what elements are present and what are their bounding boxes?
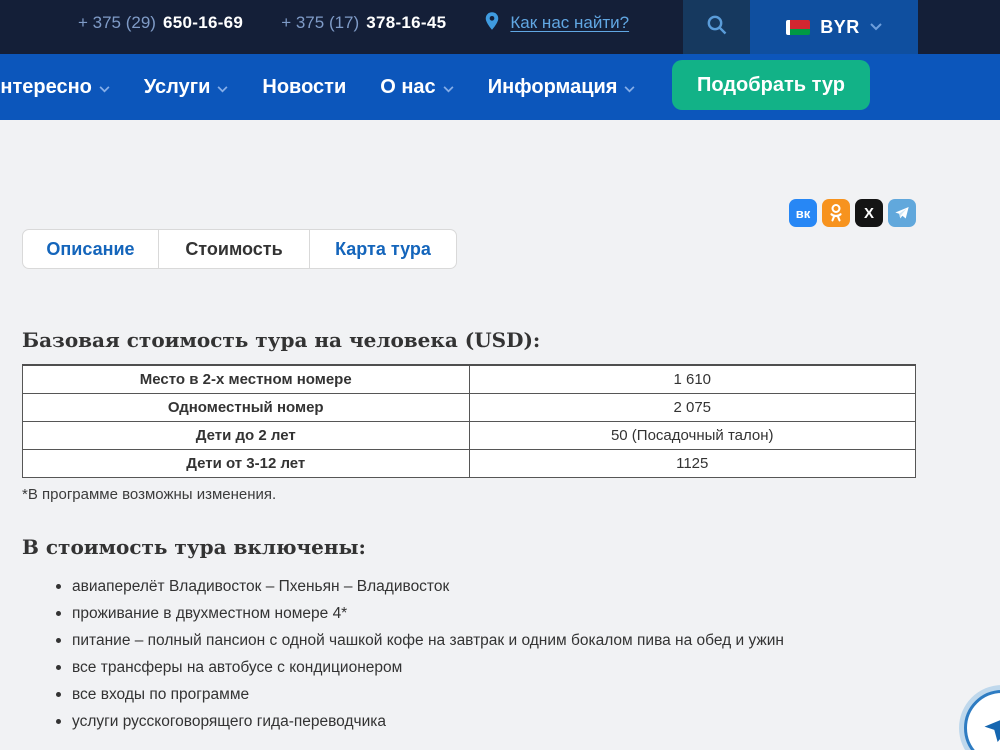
nav-label: Новости	[262, 76, 346, 99]
price-row-value: 2 075	[469, 393, 916, 421]
nav-item-uslugi[interactable]: Услуги	[144, 76, 229, 99]
chevron-down-icon	[624, 76, 635, 99]
table-row: Дети до 2 лет 50 (Посадочный талон)	[23, 421, 916, 449]
list-item: все трансферы на автобусе с кондиционеро…	[22, 654, 916, 681]
nav-label: Интересно	[0, 76, 92, 99]
phone-digits: 378-16-45	[366, 13, 446, 33]
chevron-down-icon	[870, 18, 882, 36]
price-row-label: Дети до 2 лет	[23, 421, 470, 449]
find-us-link[interactable]: Как нас найти?	[510, 13, 629, 33]
nav-item-interesno[interactable]: Интересно	[0, 76, 110, 99]
pricing-heading: Базовая стоимость тура на человека (USD)…	[22, 328, 916, 352]
search-button[interactable]	[683, 0, 750, 54]
price-row-value: 1 610	[469, 365, 916, 393]
chevron-down-icon	[443, 76, 454, 99]
table-row: Дети от 3-12 лет 1125	[23, 449, 916, 477]
tour-tabs: Описание Стоимость Карта тура	[22, 229, 457, 269]
top-bar: + 375 (29) 650-16-69 + 375 (17) 378-16-4…	[0, 0, 1000, 54]
paper-plane-icon	[981, 707, 1000, 749]
location-pin-icon	[482, 10, 502, 37]
price-row-label: Место в 2-х местном номере	[23, 365, 470, 393]
included-list: авиаперелёт Владивосток – Пхеньян – Влад…	[22, 573, 916, 735]
table-row: Одноместный номер 2 075	[23, 393, 916, 421]
social-share-row: вк X	[789, 199, 916, 227]
belarus-flag-icon	[786, 20, 810, 35]
nav-label: Услуги	[144, 76, 211, 99]
price-row-label: Одноместный номер	[23, 393, 470, 421]
tab-map[interactable]: Карта тура	[309, 230, 456, 268]
phone-number-2[interactable]: + 375 (17) 378-16-45	[281, 13, 446, 33]
price-row-value: 1125	[469, 449, 916, 477]
pricing-table: Место в 2-х местном номере 1 610 Одномес…	[22, 364, 916, 478]
included-heading: В стоимость тура включены:	[22, 535, 916, 559]
phone-prefix: + 375 (29)	[78, 13, 156, 33]
tour-price-content: Базовая стоимость тура на человека (USD)…	[22, 328, 916, 735]
phone-prefix: + 375 (17)	[281, 13, 359, 33]
main-navigation: Интересно Услуги Новости О нас Информаци…	[0, 54, 1000, 120]
nav-item-informacia[interactable]: Информация	[488, 76, 636, 99]
vk-icon[interactable]: вк	[789, 199, 817, 227]
list-item: питание – полный пансион с одной чашкой …	[22, 627, 916, 654]
telegram-icon[interactable]	[888, 199, 916, 227]
currency-code: BYR	[820, 17, 860, 38]
chevron-down-icon	[217, 76, 228, 99]
phone-number-1[interactable]: + 375 (29) 650-16-69	[78, 13, 243, 33]
table-row: Место в 2-х местном номере 1 610	[23, 365, 916, 393]
nav-label: О нас	[380, 76, 435, 99]
vk-glyph: вк	[796, 206, 811, 221]
list-item: проживание в двухместном номере 4*	[22, 600, 916, 627]
chat-float-button[interactable]	[964, 690, 1000, 750]
list-item: все входы по программе	[22, 681, 916, 708]
search-icon	[705, 13, 729, 42]
tab-price[interactable]: Стоимость	[158, 230, 309, 268]
chevron-down-icon	[99, 76, 110, 99]
currency-selector[interactable]: BYR	[750, 0, 918, 54]
price-row-label: Дети от 3-12 лет	[23, 449, 470, 477]
nav-item-o-nas[interactable]: О нас	[380, 76, 453, 99]
price-row-value: 50 (Посадочный талон)	[469, 421, 916, 449]
list-item: авиаперелёт Владивосток – Пхеньян – Влад…	[22, 573, 916, 600]
list-item: услуги русскоговорящего гида-переводчика	[22, 708, 916, 735]
nav-item-novosti[interactable]: Новости	[262, 76, 346, 99]
x-glyph: X	[864, 205, 874, 222]
ok-person-glyph	[828, 204, 844, 222]
x-twitter-icon[interactable]: X	[855, 199, 883, 227]
select-tour-button[interactable]: Подобрать тур	[672, 60, 870, 110]
program-change-note: *В программе возможны изменения.	[22, 486, 916, 503]
odnoklassniki-icon[interactable]	[822, 199, 850, 227]
phone-digits: 650-16-69	[163, 13, 243, 33]
tab-description[interactable]: Описание	[23, 230, 158, 268]
nav-label: Информация	[488, 76, 618, 99]
